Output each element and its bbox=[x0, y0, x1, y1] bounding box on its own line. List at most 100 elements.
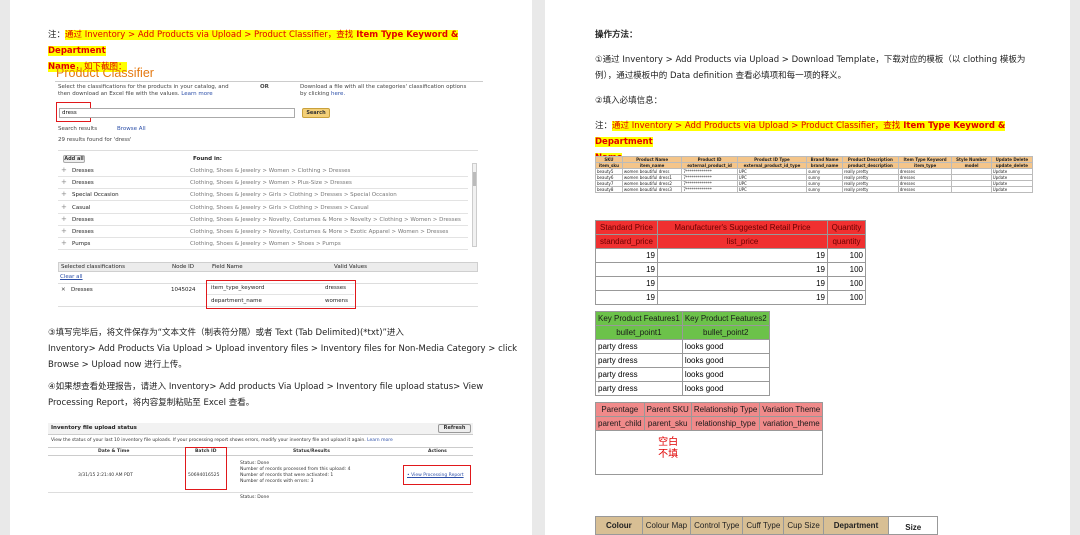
price-header-row: Standard Price Manufacturer's Suggested R… bbox=[595, 220, 866, 235]
table-cell: 100 bbox=[827, 262, 866, 277]
features-key-row: bullet_point1 bullet_point2 bbox=[595, 325, 770, 340]
header-cell: item_sku bbox=[595, 162, 623, 169]
method-heading: 操作方法： bbox=[595, 30, 638, 40]
clear-all-link[interactable]: Clear all bbox=[60, 274, 83, 280]
result-name: Dresses bbox=[72, 168, 94, 174]
add-all-button[interactable]: Add all bbox=[63, 155, 85, 163]
table-cell: women beautiful dress3 bbox=[621, 186, 683, 193]
table-cell: sunny bbox=[806, 186, 843, 193]
found-in-header: Found in: bbox=[193, 156, 222, 162]
col-actions: Actions bbox=[428, 449, 447, 454]
table-row: beauty8 women beautiful dress3 7**********… bbox=[595, 186, 1034, 193]
add-plus-icon[interactable]: + bbox=[61, 239, 67, 247]
search-input[interactable]: dress bbox=[59, 108, 295, 118]
table-cell: looks good bbox=[681, 353, 770, 368]
result-name: Dresses bbox=[72, 229, 94, 235]
table-row: party dress looks good bbox=[595, 367, 770, 382]
features-header-row: Key Product Features1 Key Product Feature… bbox=[595, 311, 770, 326]
attributes-header-row: Colour Colour Map Control Type Cuff Type Cup… bbox=[595, 516, 939, 535]
table-cell bbox=[951, 186, 992, 193]
selected-item: Dresses bbox=[71, 287, 93, 293]
header-cell: parent_sku bbox=[643, 416, 692, 431]
table-cell: looks good bbox=[681, 381, 770, 396]
table-cell: dresses bbox=[897, 186, 953, 193]
mini-key-row: item_sku item_name external_product_id exte… bbox=[595, 162, 1034, 169]
result-row: + Dresses Clothing, Shoes & Jewelry > Nove… bbox=[58, 226, 468, 238]
header-cell: Colour Map bbox=[641, 516, 692, 535]
results-scrollbar[interactable] bbox=[472, 163, 477, 247]
value-dresses: dresses bbox=[325, 285, 346, 291]
table-row: 19 19 100 bbox=[595, 276, 866, 291]
note-path: 通过 Inventory > Add Products via Upload >… bbox=[65, 30, 354, 40]
classifier-title: Product Classifier bbox=[56, 66, 154, 80]
table-cell: 19 bbox=[657, 290, 828, 305]
right-document-page: 操作方法： ①通过 Inventory > Add Products via U… bbox=[545, 0, 1070, 535]
table-cell: 7************* bbox=[681, 186, 738, 193]
selected-header-row: Selected classifications Node ID Field N… bbox=[58, 262, 478, 272]
table-cell: Update bbox=[990, 186, 1034, 193]
table-cell: 19 bbox=[595, 276, 658, 291]
view-processing-report-link[interactable]: • View Processing Report bbox=[407, 473, 464, 478]
table-cell: looks good bbox=[681, 339, 770, 354]
price-table: Standard Price Manufacturer's Suggested R… bbox=[595, 220, 866, 305]
here-link[interactable]: here. bbox=[331, 91, 345, 97]
col-field-name: Field Name bbox=[212, 264, 243, 270]
add-plus-icon[interactable]: + bbox=[61, 227, 67, 235]
result-name: Casual bbox=[72, 204, 91, 211]
col-date: Date & Time bbox=[98, 449, 130, 454]
header-cell: list_price bbox=[657, 234, 828, 249]
header-cell: update_delete bbox=[990, 162, 1034, 169]
add-plus-icon[interactable]: + bbox=[61, 178, 67, 186]
add-plus-icon[interactable]: + bbox=[61, 215, 67, 223]
scrollbar-thumb[interactable] bbox=[473, 172, 476, 186]
status-title-bar: Inventory file upload status Refresh bbox=[48, 423, 473, 435]
header-cell: Key Product Features2 bbox=[681, 311, 770, 326]
empty-note: 空白 不填 bbox=[658, 437, 679, 460]
table-cell: 19 bbox=[595, 290, 658, 305]
step1-text: ①通过 Inventory > Add Products via Upload … bbox=[595, 55, 1026, 81]
table-cell: party dress bbox=[595, 381, 683, 396]
header-cell: Product Description bbox=[841, 156, 899, 163]
features-table: Key Product Features1 Key Product Feature… bbox=[595, 311, 770, 396]
header-cell: Cup Size bbox=[783, 516, 824, 535]
result-name: Special Occasion bbox=[72, 192, 119, 199]
browse-all-link[interactable]: Browse All bbox=[117, 126, 146, 132]
result-row: + Pumps Clothing, Shoes & Jewelry > Women … bbox=[58, 238, 468, 251]
add-plus-icon[interactable]: + bbox=[61, 203, 67, 211]
header-cell: Department bbox=[822, 516, 890, 535]
view-report-text[interactable]: View Processing Report bbox=[411, 473, 464, 478]
remove-icon[interactable]: ✕ bbox=[61, 287, 66, 293]
add-plus-icon[interactable]: + bbox=[61, 190, 67, 198]
search-results-label: Search results bbox=[58, 126, 98, 132]
price-key-row: standard_price list_price quantity bbox=[595, 234, 866, 249]
table-cell: 19 bbox=[657, 248, 828, 263]
header-cell: Colour bbox=[595, 516, 643, 535]
header-cell: Cuff Type bbox=[742, 516, 785, 535]
header-cell: standard_price bbox=[595, 234, 658, 249]
table-cell: really pretty bbox=[841, 186, 899, 193]
download-intro: Download a file with all the categories'… bbox=[300, 84, 467, 97]
add-plus-icon[interactable]: + bbox=[61, 166, 67, 174]
result-row: + Casual Clothing, Shoes & Jewelry > Girls… bbox=[58, 202, 468, 214]
results-count: 29 results found for 'dress' bbox=[58, 137, 132, 143]
header-cell: Parent SKU bbox=[643, 402, 692, 417]
header-cell: external_product_id bbox=[681, 162, 738, 169]
status-results: Status: Done Number of records processed… bbox=[240, 461, 351, 484]
refresh-button[interactable]: Refresh bbox=[438, 424, 471, 433]
col-selected: Selected classifications bbox=[61, 264, 126, 270]
table-cell: party dress bbox=[595, 339, 683, 354]
status-learn-more-link[interactable]: Learn more bbox=[367, 438, 393, 443]
header-cell: Relationship Type bbox=[690, 402, 761, 417]
step2-text: ②填入必填信息： bbox=[595, 96, 663, 106]
header-cell: Size bbox=[888, 516, 939, 535]
note-prefix: 注： bbox=[48, 30, 66, 40]
header-cell: external_product_id_type bbox=[736, 162, 808, 169]
learn-more-link[interactable]: Learn more bbox=[181, 91, 212, 97]
features-body: party dress looks good party dress looks go… bbox=[595, 339, 770, 396]
left-document-page: 注：通过 Inventory > Add Products via Upload… bbox=[10, 0, 532, 535]
attributes-header-table: Colour Colour Map Control Type Cuff Type Cup… bbox=[595, 516, 939, 535]
table-cell: 19 bbox=[657, 276, 828, 291]
header-cell: Brand Name bbox=[806, 156, 843, 163]
step3-text: ③填写完毕后，将文件保存为“文本文件（制表符分隔）或者 Text (Tab De… bbox=[48, 328, 518, 370]
search-button[interactable]: Search bbox=[302, 108, 330, 118]
